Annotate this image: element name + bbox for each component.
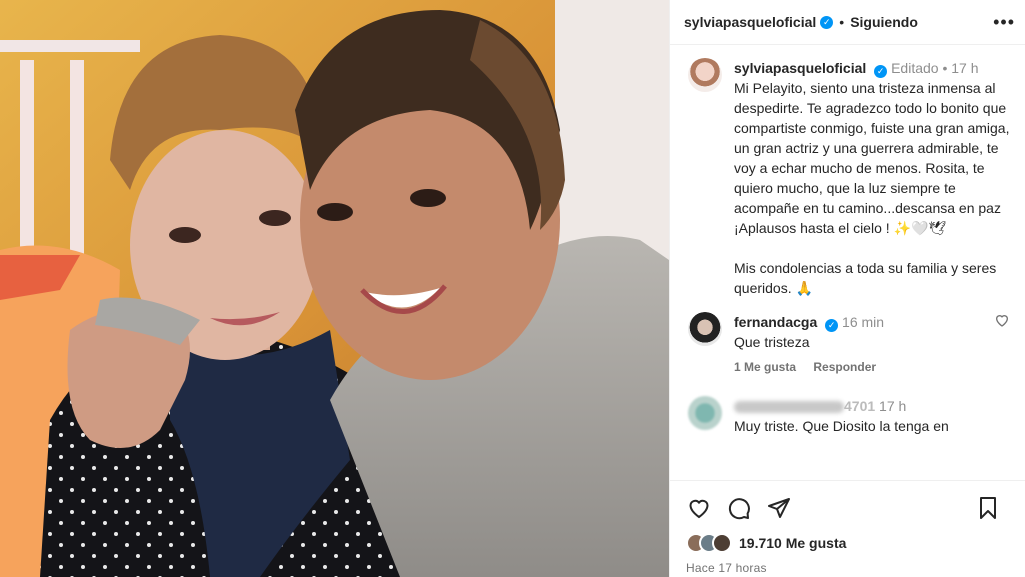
author-avatar[interactable] <box>688 58 722 92</box>
comment-likes[interactable]: 1 Me gusta <box>734 360 796 374</box>
more-options-icon[interactable]: ••• <box>993 12 1015 33</box>
commenter-username-suffix[interactable]: 4701 <box>844 398 875 414</box>
verified-badge-icon: ✓ <box>874 65 888 78</box>
author-username[interactable]: sylviapasqueloficial <box>684 14 816 30</box>
like-count[interactable]: 19.710 Me gusta <box>739 535 846 551</box>
comment-text: Que tristeza <box>734 334 810 350</box>
like-heart-icon[interactable] <box>686 496 712 520</box>
share-paper-plane-icon[interactable] <box>766 496 792 520</box>
comment: fernandacga ✓ 16 min Que tristeza <box>688 312 1012 352</box>
post-photo-image <box>0 0 669 577</box>
caption-time[interactable]: 17 h <box>951 60 978 76</box>
comment-time[interactable]: 16 min <box>842 314 884 330</box>
post-actions: 19.710 Me gusta Hace 17 horas <box>670 480 1025 577</box>
commenter-avatar[interactable] <box>688 396 722 430</box>
verified-badge-icon: ✓ <box>825 319 839 332</box>
caption-text: Mi Pelayito, siento una tristeza inmensa… <box>734 80 1010 236</box>
following-button[interactable]: Siguiendo <box>850 14 918 30</box>
post-timestamp[interactable]: Hace 17 horas <box>686 561 1014 575</box>
caption-edited: Editado <box>891 60 939 76</box>
post-side-panel: sylviapasqueloficial ✓ • Siguiendo ••• s… <box>669 0 1025 577</box>
post-header: sylviapasqueloficial ✓ • Siguiendo ••• <box>670 0 1025 45</box>
comment-text: Muy triste. Que Diosito la tenga en <box>734 418 949 434</box>
commenter-username-blurred <box>734 401 844 414</box>
post-caption: sylviapasqueloficial ✓ Editado • 17 h Mi… <box>688 58 1012 298</box>
likes-summary[interactable]: 19.710 Me gusta <box>686 533 1014 553</box>
save-bookmark-icon[interactable] <box>976 496 1000 520</box>
comment-actions: 1 Me gusta Responder <box>734 360 1012 374</box>
caption-text-2: Mis condolencias a toda su familia y ser… <box>734 260 997 296</box>
comment-like-heart-icon[interactable] <box>994 312 1010 333</box>
liker-avatar <box>712 533 732 553</box>
verified-badge-icon: ✓ <box>820 15 834 29</box>
caption-separator: • <box>942 60 948 76</box>
comments-feed[interactable]: sylviapasqueloficial ✓ Editado • 17 h Mi… <box>670 46 1025 479</box>
post-photo[interactable] <box>0 0 669 577</box>
commenter-username[interactable]: fernandacga <box>734 314 817 330</box>
comment-bubble-icon[interactable] <box>726 496 752 520</box>
commenter-avatar[interactable] <box>688 312 722 346</box>
caption-username[interactable]: sylviapasqueloficial <box>734 60 866 76</box>
header-separator: • <box>839 14 845 30</box>
instagram-post-modal: sylviapasqueloficial ✓ • Siguiendo ••• s… <box>0 0 1025 577</box>
reply-button[interactable]: Responder <box>813 360 876 374</box>
comment: 4701 17 h Muy triste. Que Diosito la ten… <box>688 396 1012 436</box>
comment-time[interactable]: 17 h <box>879 398 906 414</box>
